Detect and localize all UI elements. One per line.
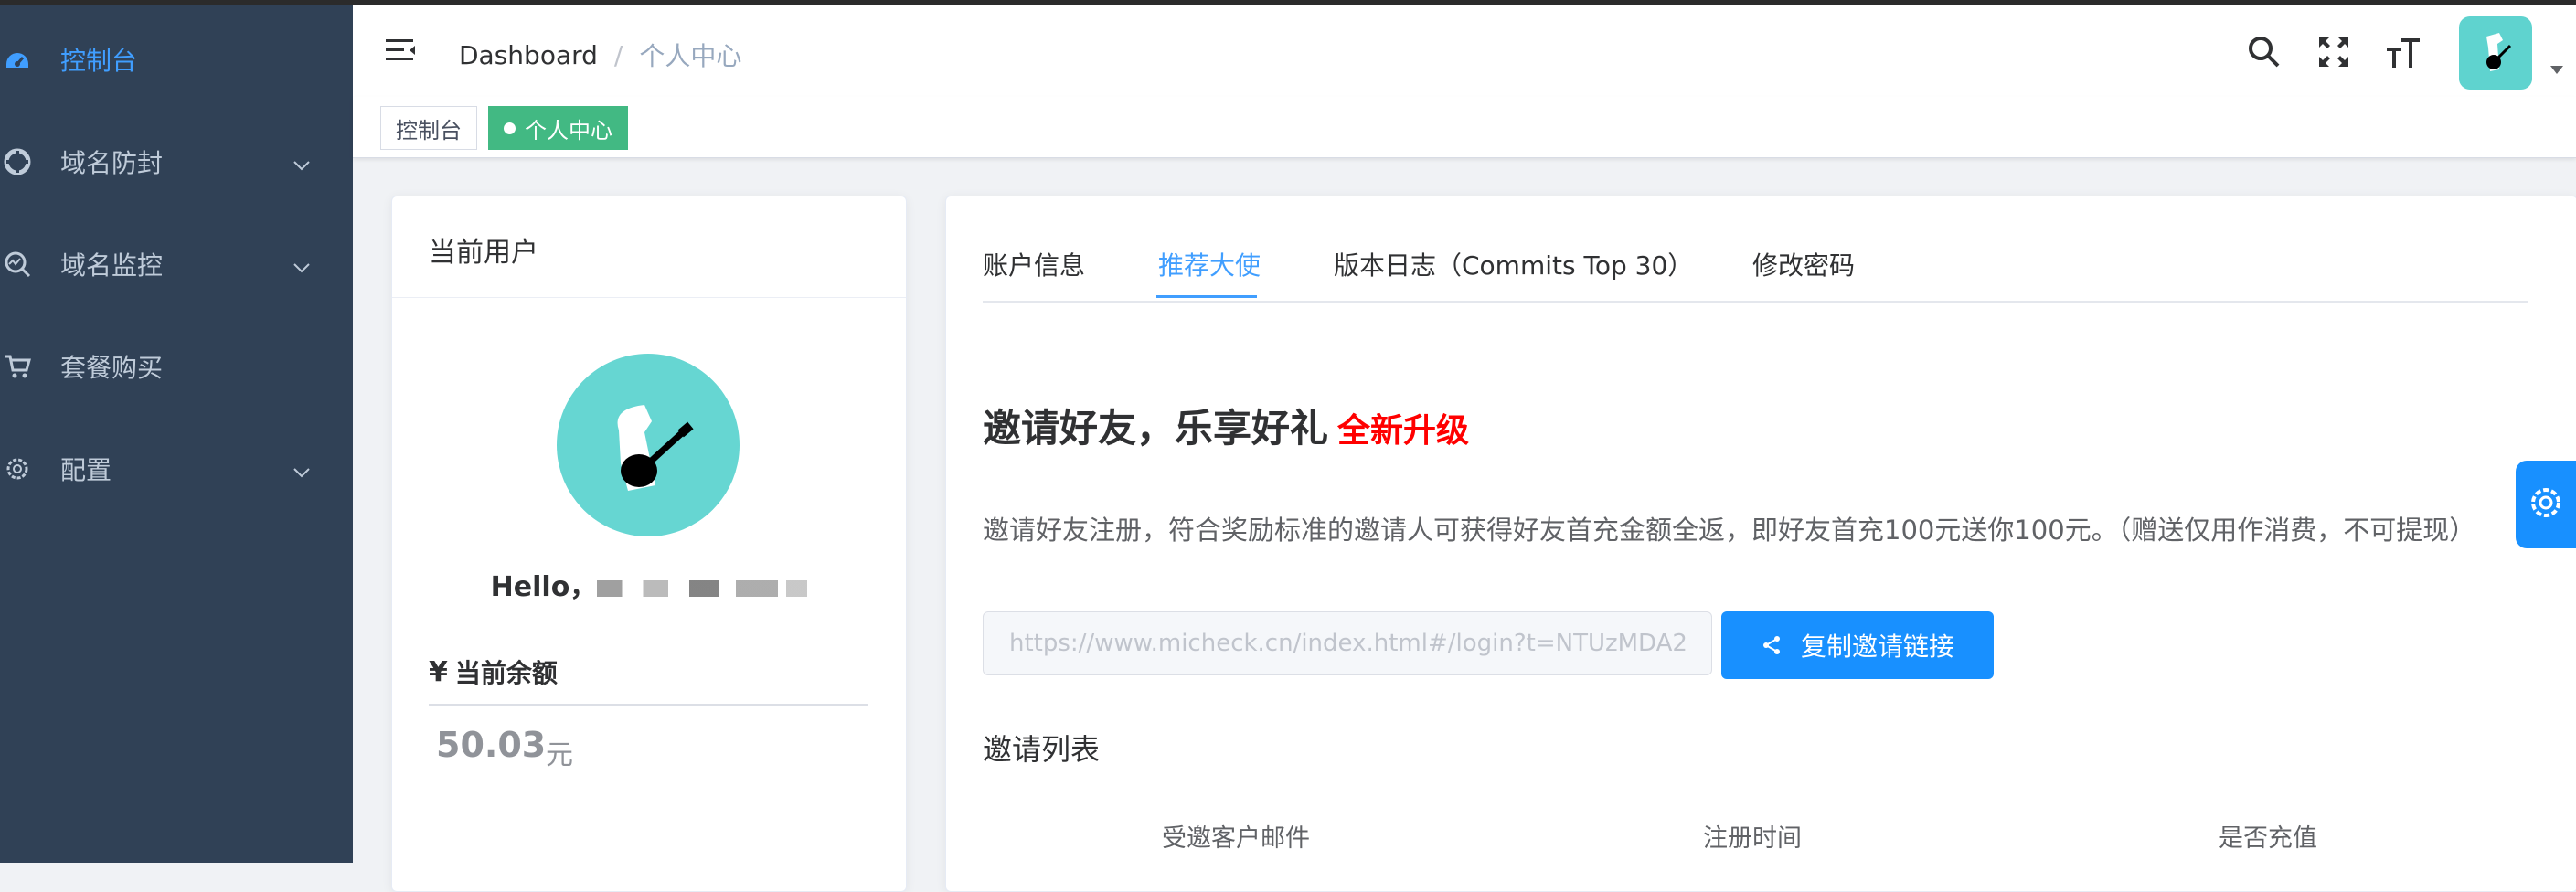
chevron-down-icon — [293, 250, 311, 280]
cart-icon — [2, 351, 33, 382]
redacted-username — [597, 579, 808, 597]
balance-value: 50.03 — [436, 725, 547, 765]
sidebar-item-domain-protect[interactable]: 域名防封 — [0, 112, 353, 212]
invite-title-text: 邀请好友，乐享好礼 — [983, 406, 1329, 451]
tag-label: 个人中心 — [525, 117, 612, 143]
tags-view: 控制台 个人中心 — [353, 97, 2576, 158]
sidebar-item-domain-monitor[interactable]: 域名监控 — [0, 214, 353, 314]
card-header: 当前用户 — [392, 196, 906, 298]
column-header-email: 受邀客户邮件 — [1162, 824, 1310, 853]
shield-icon — [2, 146, 33, 177]
navbar: Dashboard / 个人中心 — [353, 5, 2576, 97]
invite-title: 邀请好友，乐享好礼 全新升级 — [983, 398, 1469, 453]
copy-button-label: 复制邀请链接 — [1800, 632, 1954, 661]
sidebar-item-label: 控制台 — [60, 46, 138, 76]
breadcrumb: Dashboard / 个人中心 — [459, 37, 741, 73]
gear-icon — [2527, 483, 2565, 526]
gear-icon — [2, 453, 33, 484]
tab-referral[interactable]: 推荐大使 — [1158, 246, 1261, 282]
settings-card: 账户信息 推荐大使 版本日志（Commits Top 30） 修改密码 邀请好友… — [945, 196, 2576, 892]
active-tab-indicator — [1156, 295, 1257, 298]
invite-description: 邀请好友注册，符合奖励标准的邀请人可获得好友首充金额全返，即好友首充100元送你… — [983, 515, 2476, 546]
fullscreen-icon[interactable] — [2315, 33, 2353, 71]
balance-label: ¥ 当前余额 — [429, 653, 558, 690]
sidebar-item-purchase[interactable]: 套餐购买 — [0, 316, 353, 417]
sidebar-item-dashboard[interactable]: 控制台 — [0, 9, 353, 110]
yen-icon: ¥ — [429, 655, 448, 688]
monitor-icon — [2, 249, 33, 280]
chevron-down-icon — [293, 147, 311, 177]
sidebar-item-label: 配置 — [60, 455, 112, 485]
share-icon — [1761, 634, 1783, 656]
tag-profile[interactable]: 个人中心 — [488, 106, 628, 150]
tag-dashboard[interactable]: 控制台 — [380, 106, 477, 150]
balance-unit: 元 — [546, 739, 573, 771]
dashboard-icon — [2, 44, 33, 75]
copy-invite-link-button[interactable]: 复制邀请链接 — [1721, 611, 1994, 679]
tab-changelog[interactable]: 版本日志（Commits Top 30） — [1334, 246, 1693, 282]
column-header-register-time: 注册时间 — [1703, 824, 1802, 853]
breadcrumb-dashboard[interactable]: Dashboard — [459, 40, 598, 70]
invite-link-input[interactable] — [983, 611, 1712, 675]
tab-account-info[interactable]: 账户信息 — [983, 246, 1085, 282]
sidebar: 控制台 域名防封 域名监控 套餐购买 配置 — [0, 5, 353, 863]
divider — [429, 704, 868, 706]
user-card: 当前用户 Hello， ¥ 当前余额 50.03 元 — [391, 196, 907, 892]
invite-list-title: 邀请列表 — [983, 732, 1101, 767]
column-header-recharged: 是否充值 — [2219, 824, 2317, 853]
sidebar-item-config[interactable]: 配置 — [0, 419, 353, 519]
tab-bar: 账户信息 推荐大使 版本日志（Commits Top 30） 修改密码 — [983, 246, 2528, 303]
card-title: 当前用户 — [429, 237, 538, 269]
hello-greeting: Hello， — [392, 564, 906, 604]
caret-down-icon[interactable] — [2550, 66, 2563, 74]
sidebar-item-label: 套餐购买 — [60, 353, 164, 383]
hamburger-icon[interactable] — [386, 37, 417, 68]
sidebar-item-label: 域名监控 — [60, 250, 164, 281]
font-size-icon[interactable] — [2384, 33, 2422, 71]
hello-text: Hello， — [490, 571, 598, 603]
search-icon[interactable] — [2245, 33, 2283, 71]
breadcrumb-separator: / — [613, 39, 623, 70]
user-avatar — [557, 354, 740, 536]
settings-drawer-button[interactable] — [2516, 461, 2576, 548]
upgrade-badge: 全新升级 — [1337, 412, 1470, 450]
tab-change-password[interactable]: 修改密码 — [1752, 246, 1855, 282]
active-dot-icon — [504, 122, 516, 134]
breadcrumb-current: 个人中心 — [639, 41, 742, 71]
chevron-down-icon — [293, 454, 311, 484]
balance-label-text: 当前余额 — [454, 658, 558, 688]
sidebar-item-label: 域名防封 — [60, 148, 164, 178]
avatar[interactable] — [2459, 16, 2532, 90]
